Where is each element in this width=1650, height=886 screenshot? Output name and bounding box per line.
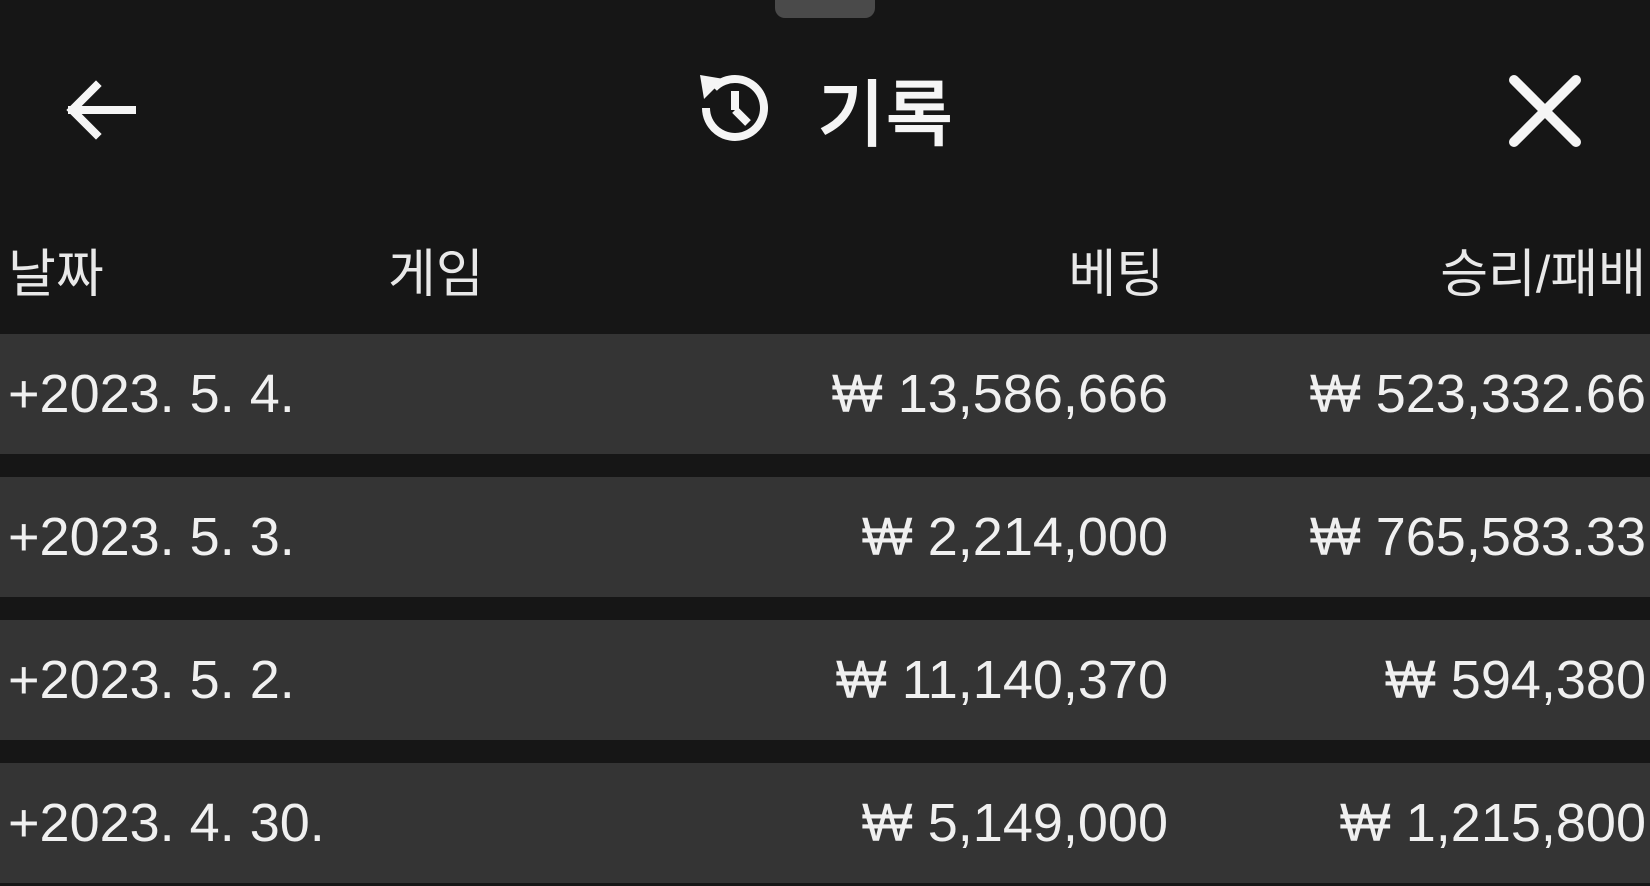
drag-handle[interactable] xyxy=(775,0,875,18)
column-header-date: 날짜 xyxy=(8,246,104,304)
row-date: +2023. 5. 4. xyxy=(8,364,295,424)
column-header-bet: 베팅 xyxy=(1068,246,1164,304)
page-title-group: 기록 xyxy=(690,58,954,158)
arrow-left-icon xyxy=(66,80,136,140)
column-header-game: 게임 xyxy=(388,246,484,304)
history-sheet: 기록 날짜 게임 베팅 승리/패배 +2023. 5. 4. ₩ 13,586,… xyxy=(0,0,1650,886)
page-title: 기록 xyxy=(818,75,955,156)
row-bet: ₩ 11,140,370 xyxy=(835,650,1168,710)
row-bet: ₩ 5,149,000 xyxy=(861,793,1168,853)
row-bet: ₩ 2,214,000 xyxy=(861,507,1168,567)
row-date: +2023. 5. 3. xyxy=(8,507,295,567)
row-result: ₩ 523,332.66 xyxy=(1309,364,1646,424)
close-button[interactable] xyxy=(1500,66,1590,156)
history-list: +2023. 5. 4. ₩ 13,586,666 ₩ 523,332.66 +… xyxy=(0,334,1650,886)
back-button[interactable] xyxy=(60,70,150,150)
row-date: +2023. 5. 2. xyxy=(8,650,295,710)
close-icon xyxy=(1509,75,1581,147)
row-result: ₩ 1,215,800 xyxy=(1339,793,1646,853)
row-date: +2023. 4. 30. xyxy=(8,793,325,853)
row-result: ₩ 765,583.33 xyxy=(1309,507,1646,567)
table-row[interactable]: +2023. 4. 30. ₩ 5,149,000 ₩ 1,215,800 xyxy=(0,763,1650,883)
table-header: 날짜 게임 베팅 승리/패배 xyxy=(0,235,1650,315)
row-bet: ₩ 13,586,666 xyxy=(831,364,1168,424)
row-result: ₩ 594,380 xyxy=(1384,650,1646,710)
history-clock-icon xyxy=(700,75,768,141)
table-row[interactable]: +2023. 5. 2. ₩ 11,140,370 ₩ 594,380 xyxy=(0,620,1650,740)
table-row[interactable]: +2023. 5. 3. ₩ 2,214,000 ₩ 765,583.33 xyxy=(0,477,1650,597)
header: 기록 xyxy=(0,30,1650,170)
table-row[interactable]: +2023. 5. 4. ₩ 13,586,666 ₩ 523,332.66 xyxy=(0,334,1650,454)
column-header-result: 승리/패배 xyxy=(1440,246,1646,304)
